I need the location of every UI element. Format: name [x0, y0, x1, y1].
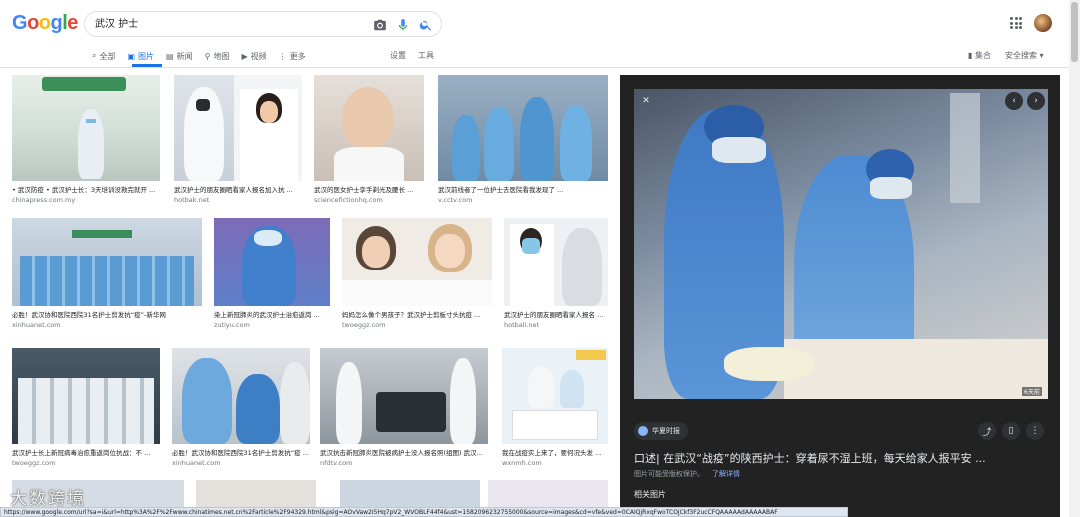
result-thumbnail: [504, 218, 608, 306]
more-vert-icon: ⋮: [278, 51, 287, 61]
close-preview-button[interactable]: ✕: [637, 92, 655, 110]
learn-more-link[interactable]: 了解详情: [712, 470, 740, 478]
apps-grid-icon[interactable]: [1010, 17, 1022, 29]
safesearch-menu[interactable]: 安全搜索 ▾: [1005, 50, 1044, 61]
more-vert-icon: ⋮: [1030, 426, 1040, 436]
time-badge: 6天前: [1022, 387, 1042, 396]
google-logo[interactable]: Google: [12, 12, 78, 35]
image-preview-panel: ✕ ‹ › 6天前 华夏时报 ⤴ ▯ ⋮ 口述| 在武汉“战疫”的陕西护士：穿着…: [620, 75, 1060, 517]
result-thumbnail: [320, 348, 488, 444]
search-box: [84, 11, 442, 37]
related-images-heading: 相关图片: [634, 490, 666, 499]
image-result[interactable]: • 武汉防疫 • 武汉护士长：3天培训没救完就开 ... chinapress.…: [12, 75, 160, 204]
search-input[interactable]: [95, 17, 365, 28]
close-icon: ✕: [642, 96, 650, 106]
search-icon: ⌕: [92, 51, 97, 60]
image-result[interactable]: 妈妈怎么像个男孩子？武汉护士剪板寸头抗疫 ... twoeggz.com: [342, 218, 492, 329]
image-result[interactable]: 武汉护士的朋友圈晒看家人报名加入抗 ... hotbak.net: [174, 75, 302, 204]
result-thumbnail: [12, 75, 160, 181]
source-site-chip[interactable]: 华夏时报: [634, 422, 688, 440]
result-thumbnail: [174, 75, 302, 181]
result-thumbnail: [12, 218, 202, 306]
news-icon: ▤: [166, 51, 174, 61]
watermark-logo: 大数跨境: [10, 489, 86, 509]
camera-icon[interactable]: [373, 18, 387, 32]
chevron-left-icon: ‹: [1012, 96, 1016, 106]
image-results-grid: • 武汉防疫 • 武汉护士长：3天培训没救完就开 ... chinapress.…: [0, 68, 620, 517]
active-tab-indicator: [132, 64, 162, 67]
video-icon: ▶: [241, 51, 248, 61]
preview-image[interactable]: [634, 89, 1048, 399]
more-options-button[interactable]: ⋮: [1026, 422, 1044, 440]
image-result[interactable]: 染上新冠肺炎的武汉护士治愈返岗 ... zutiyu.com: [214, 218, 330, 329]
tools-link[interactable]: 工具: [418, 50, 434, 61]
status-bar-url: https://www.google.com/url?sa=i&url=http…: [0, 507, 848, 517]
microphone-icon[interactable]: [396, 18, 410, 32]
bookmark-icon: ▮: [968, 51, 973, 60]
header: Google ⌕全部 ▣图片 ▤新闻 ⚲地图 ▶视频 ⋮更多 设置 工具 ▮ 集…: [0, 0, 1080, 68]
save-button[interactable]: ▯: [1002, 422, 1020, 440]
image-result[interactable]: 武汉护士长上新冠病毒治愈重返岗位抗战：不 ... twoeggz.com: [12, 348, 160, 467]
tab-news[interactable]: ▤ 新闻: [166, 50, 193, 62]
tab-more[interactable]: ⋮ 更多: [279, 50, 306, 62]
image-result[interactable]: 必胜！武汉协和医院西院31名护士剪发抗“疫”-新华网 xinhuanet.com: [12, 218, 202, 329]
search-tabs: ⌕ 全部 ▣ 图片 ▤ 新闻 ⚲ 地图 ▶ 视频 ⋮ 更多: [92, 50, 306, 62]
result-thumbnail: [172, 348, 310, 444]
image-result[interactable]: 武汉护士的朋友圈晒看家人报名 ... hotbali.net: [504, 218, 608, 329]
image-result[interactable]: 武汉抗击新冠肺炎医院被病护士没人报名照(组图) 武汉防疫 ... nfdtv.c…: [320, 348, 488, 467]
chevron-right-icon: ›: [1034, 96, 1038, 106]
collections-link[interactable]: ▮ 集合: [968, 50, 991, 61]
share-icon: ⤴: [982, 427, 992, 438]
page-scrollbar[interactable]: [1069, 0, 1080, 517]
image-icon: ▣: [127, 51, 136, 61]
tab-all[interactable]: ⌕ 全部: [92, 50, 115, 62]
result-thumbnail: [214, 218, 330, 306]
tab-videos[interactable]: ▶ 视频: [241, 50, 266, 62]
image-result[interactable]: 必胜！武汉协和医院西院31名护士剪发抗“疫 ... xinhuanet.com: [172, 348, 310, 467]
result-thumbnail: [502, 348, 608, 444]
image-result[interactable]: 武汉前线者了一位护士去医院看我发现了 ... v.cctv.com: [438, 75, 608, 204]
settings-link[interactable]: 设置: [390, 50, 406, 61]
copyright-note: 图片可能受版权保护。 了解详情: [634, 470, 740, 478]
next-image-button[interactable]: ›: [1027, 92, 1045, 110]
result-thumbnail: [438, 75, 608, 181]
result-thumbnail: [342, 218, 492, 306]
previous-image-button[interactable]: ‹: [1005, 92, 1023, 110]
share-button[interactable]: ⤴: [978, 422, 996, 440]
globe-icon: [638, 426, 648, 436]
bookmark-icon: ▯: [1008, 426, 1014, 436]
preview-title[interactable]: 口述| 在武汉“战疫”的陕西护士：穿着尿不湿上班，每天给家人报平安 ...: [634, 450, 994, 466]
image-result[interactable]: 武汉的医女护士孪手剃光及腰长 ... sciencefictionhq.com: [314, 75, 424, 204]
result-thumbnail: [314, 75, 424, 181]
tab-maps[interactable]: ⚲ 地图: [205, 50, 230, 62]
search-icon[interactable]: [419, 18, 433, 32]
map-pin-icon: ⚲: [204, 51, 211, 61]
tab-images[interactable]: ▣ 图片: [127, 50, 154, 62]
result-thumbnail: [12, 348, 160, 444]
image-result[interactable]: 我在战疫实上来了，要何况头发 ... wxnmh.com: [502, 348, 608, 467]
account-avatar[interactable]: [1034, 14, 1052, 32]
